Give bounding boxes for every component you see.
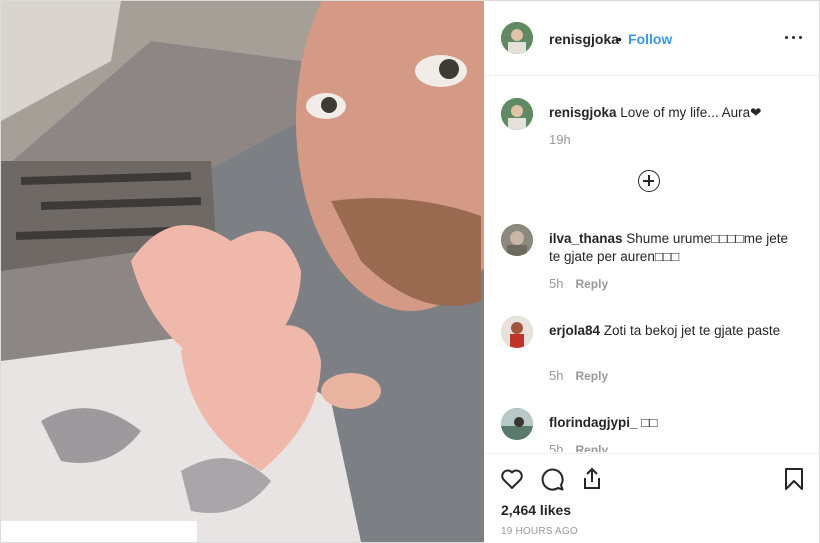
post-photo[interactable] [1,1,484,542]
post-panel: renisgjoka • Follow renisgjoka Love of m… [485,1,819,543]
commenter-avatar[interactable] [501,316,533,348]
comment-bubble-icon[interactable] [539,466,565,492]
heart-icon[interactable] [499,466,525,492]
comment-text: ilva_thanas Shume urume□□□□me jete te gj… [549,230,789,266]
caption-age: 19h [549,132,571,147]
comment-meta: 5h Reply [549,368,608,383]
load-more-comments-icon[interactable] [638,170,660,192]
reply-button[interactable]: Reply [575,369,608,383]
commenter-avatar[interactable] [501,224,533,256]
comment-meta: 5h Reply [549,276,608,291]
more-options-icon[interactable] [784,29,804,45]
post-header: renisgjoka • Follow [485,1,819,76]
commenter-username[interactable]: erjola84 [549,323,600,338]
caption-avatar[interactable] [501,98,533,130]
caption-age-text: 19h [549,132,571,147]
comment-text: erjola84 Zoti ta bekoj jet te gjate past… [549,322,789,340]
separator-dot: • [617,31,622,47]
caption-text: renisgjoka Love of my life... Aura❤ [549,104,789,122]
comment-body: □□ [637,415,658,430]
author-username[interactable]: renisgjoka [549,31,619,47]
comment-text: florindagjypi_ □□ [549,414,789,432]
reply-button[interactable]: Reply [575,443,608,452]
share-icon[interactable] [579,466,605,492]
comment-age: 5h [549,368,564,383]
commenter-avatar[interactable] [501,408,533,440]
post-timestamp: 19 HOURS AGO [501,526,578,537]
author-avatar[interactable] [501,22,533,54]
post-window: renisgjoka • Follow renisgjoka Love of m… [0,0,820,543]
commenter-username[interactable]: ilva_thanas [549,231,623,246]
bookmark-icon[interactable] [781,466,807,492]
comment-body: Zoti ta bekoj jet te gjate paste [600,323,781,338]
post-actions: 2,464 likes 19 HOURS AGO [485,453,819,543]
comments-list[interactable]: renisgjoka Love of my life... Aura❤ 19h … [485,76,819,452]
follow-button[interactable]: Follow [628,31,672,47]
commenter-username[interactable]: florindagjypi_ [549,415,638,430]
photo-illustration [1,1,484,542]
caption-username[interactable]: renisgjoka [549,105,617,120]
caption-body: Love of my life... Aura❤ [616,105,762,120]
comment-age: 5h [549,442,564,452]
likes-count[interactable]: 2,464 likes [501,502,571,518]
comment-meta: 5h Reply [549,442,608,452]
reply-button[interactable]: Reply [575,277,608,291]
comment-age: 5h [549,276,564,291]
